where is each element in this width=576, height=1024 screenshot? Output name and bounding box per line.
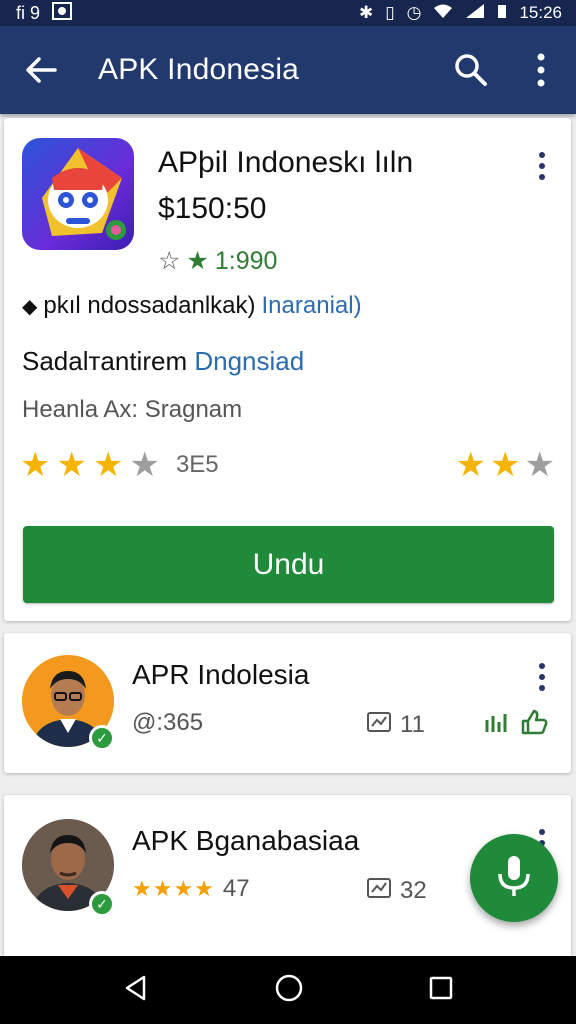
microphone-icon bbox=[494, 854, 534, 903]
list-item-stat-value: 11 bbox=[400, 710, 425, 738]
status-bar: fi 9 ✱ ▯ ◷ 15:26 bbox=[0, 0, 576, 26]
rating-row: ☆ ★ 1:990 bbox=[158, 246, 277, 276]
home-circle-icon[interactable] bbox=[274, 973, 304, 1008]
voice-fab-button[interactable] bbox=[470, 834, 558, 922]
small-stars-icon: ★★★★ bbox=[132, 876, 215, 901]
star-filled-icon: ★ bbox=[56, 446, 87, 484]
list-item[interactable]: ✓ APR Indolesia @:365 11 bbox=[4, 633, 571, 773]
search-icon[interactable] bbox=[436, 26, 506, 114]
chart-icon bbox=[366, 875, 392, 906]
app-detail-card: APþil Indoneskı lıln $150:50 ☆ ★ 1:990 ◆… bbox=[4, 118, 571, 621]
back-arrow-icon[interactable] bbox=[0, 26, 82, 114]
star-empty-icon: ★ bbox=[129, 446, 160, 484]
list-item-meta: @:365 bbox=[132, 709, 204, 736]
list-item-rating-value: 47 bbox=[222, 875, 250, 902]
list-item-stat-value: 32 bbox=[400, 876, 427, 904]
status-time: 15:26 bbox=[519, 3, 562, 22]
info-line-1-link[interactable]: Inaranial) bbox=[262, 292, 362, 320]
info-line-1-text: pkıl ndossadanlkak) bbox=[43, 292, 256, 319]
bluetooth-icon: ✱ bbox=[359, 3, 374, 22]
star-filled-icon: ★ bbox=[455, 446, 487, 484]
rating-value: 1:990 bbox=[214, 246, 278, 275]
vibrate-icon: ▯ bbox=[385, 3, 395, 22]
recents-square-icon[interactable] bbox=[428, 975, 454, 1006]
gallery-notification-icon bbox=[52, 1, 73, 25]
star-filled-icon: ★ bbox=[20, 446, 51, 484]
status-left-text: fi 9 bbox=[16, 2, 41, 23]
download-button[interactable]: Undu bbox=[23, 526, 554, 603]
list-item-stat: 32 bbox=[366, 875, 427, 906]
list-item-stat: 11 bbox=[366, 709, 425, 740]
system-nav-bar bbox=[0, 956, 576, 1024]
list-item-rating: ★★★★ 47 bbox=[132, 875, 250, 903]
more-vert-icon[interactable] bbox=[506, 26, 576, 114]
thumbs-up-icon[interactable] bbox=[520, 709, 548, 742]
star-rating-row: ★ ★ ★ ★ 3E5 bbox=[20, 448, 219, 482]
list-item-more-icon[interactable] bbox=[530, 663, 554, 691]
star-filled-icon: ★ bbox=[186, 247, 209, 275]
back-triangle-icon[interactable] bbox=[122, 974, 150, 1007]
verified-badge-icon: ✓ bbox=[89, 891, 115, 917]
card-more-icon[interactable] bbox=[530, 152, 554, 180]
star-outline-icon: ☆ bbox=[158, 247, 181, 275]
battery-icon bbox=[497, 3, 507, 24]
page-title: APK Indonesia bbox=[98, 53, 300, 86]
app-price: $150:50 bbox=[158, 192, 267, 225]
list-item-title: APK Bganabasiaa bbox=[132, 825, 360, 856]
info-line-3: Heanla Ax: Sragnam bbox=[22, 396, 243, 423]
alarm-icon: ◷ bbox=[406, 3, 422, 22]
star-rating-right: ★ ★ ★ bbox=[456, 448, 555, 482]
info-line-1: ◆ pkıl ndossadanlkak) Inaranial) bbox=[22, 292, 362, 320]
info-line-2-link[interactable]: Dngnsiad bbox=[194, 346, 304, 376]
signal-icon bbox=[465, 3, 485, 24]
diamond-icon: ◆ bbox=[22, 295, 38, 318]
info-line-2: Sadalтantirem Dngnsiad bbox=[22, 346, 304, 377]
info-line-2-text: Sadalтantirem bbox=[22, 346, 188, 376]
verified-badge-icon: ✓ bbox=[89, 725, 115, 751]
actions-group bbox=[484, 709, 548, 742]
list-item-title: APR Indolesia bbox=[132, 659, 310, 690]
rating-count: 3E5 bbox=[175, 451, 219, 478]
app-name: APþil Indoneskı lıln bbox=[158, 146, 414, 179]
star-filled-icon: ★ bbox=[490, 446, 521, 484]
app-logo-icon bbox=[22, 138, 134, 250]
bar-chart-icon[interactable] bbox=[484, 710, 512, 741]
chart-icon bbox=[366, 709, 392, 740]
star-filled-icon: ★ bbox=[92, 446, 124, 484]
wifi-icon bbox=[433, 3, 453, 24]
app-bar: APK Indonesia bbox=[0, 26, 576, 114]
star-empty-icon: ★ bbox=[524, 446, 555, 484]
